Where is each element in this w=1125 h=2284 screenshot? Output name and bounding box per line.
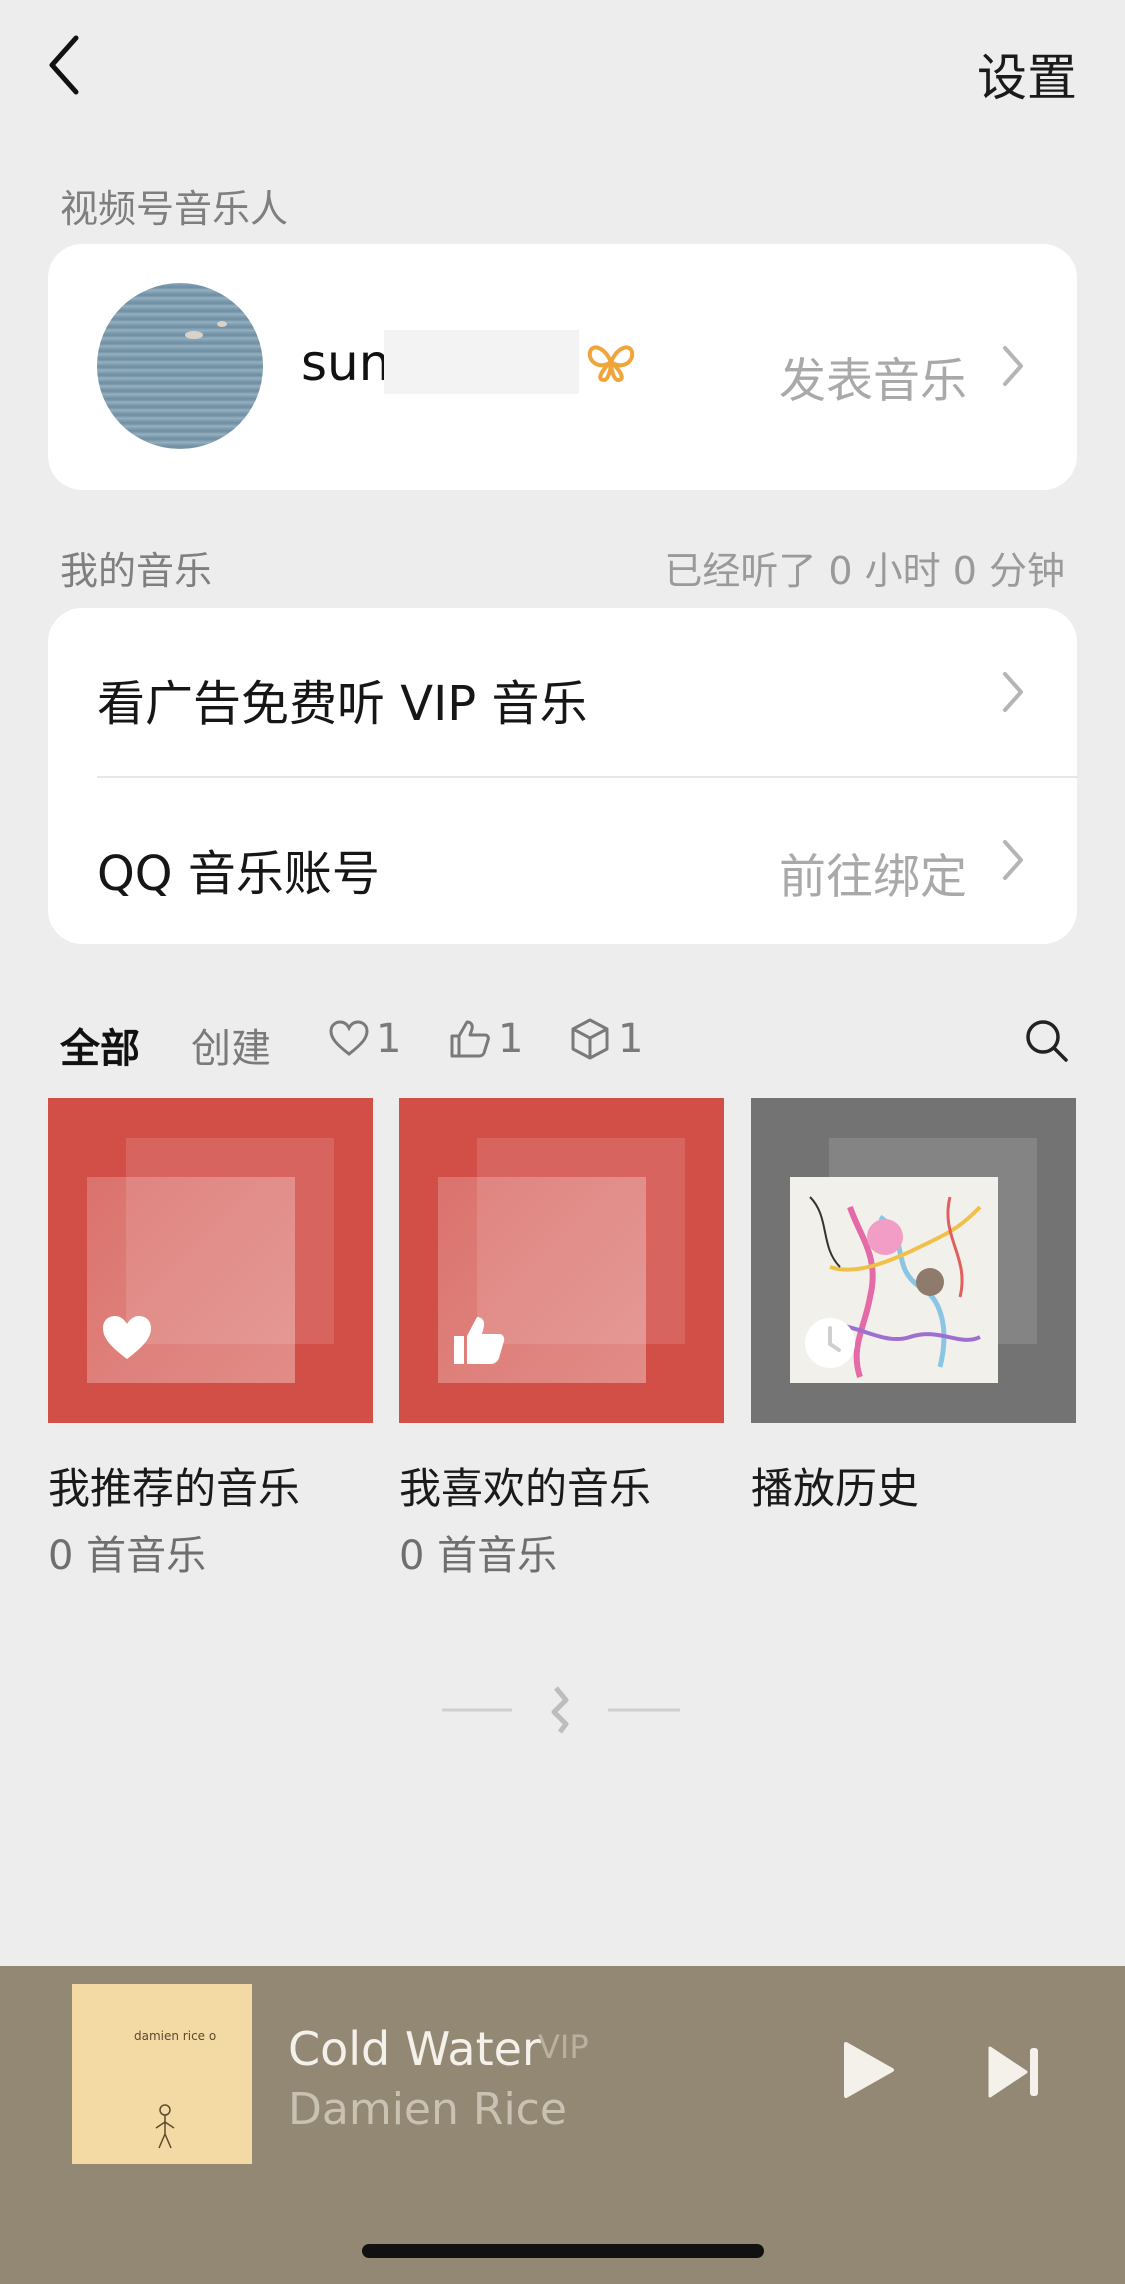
next-track-icon[interactable] — [986, 2044, 1042, 2100]
heart-icon — [329, 1020, 369, 1056]
heart-icon — [103, 1316, 151, 1359]
play-icon[interactable] — [838, 2040, 898, 2100]
artist-name: Damien Rice — [288, 2084, 567, 2135]
playlist-title[interactable]: 我推荐的音乐 — [48, 1455, 300, 1516]
nav-bar: 设置 — [0, 0, 1125, 130]
playlist-recommended-cover[interactable] — [48, 1098, 373, 1423]
vip-ad-row[interactable]: 看广告免费听 VIP 音乐 — [48, 608, 1077, 776]
cover-figure-icon — [155, 2104, 175, 2149]
publish-music-link[interactable]: 发表音乐 — [779, 342, 967, 411]
qq-music-row[interactable]: QQ 音乐账号 前往绑定 — [48, 778, 1077, 946]
musician-badge-icon — [587, 345, 635, 383]
tab-count: 1 — [618, 1016, 644, 1062]
tab-thumbs-up[interactable]: 1 — [448, 1016, 523, 1062]
tab-all[interactable]: 全部 — [60, 1016, 140, 1074]
row-title: 看广告免费听 VIP 音乐 — [97, 676, 588, 732]
avatar[interactable] — [97, 283, 263, 449]
playlist-liked-cover[interactable] — [399, 1098, 724, 1423]
row-title: QQ 音乐账号 — [97, 846, 380, 902]
back-chevron-icon[interactable] — [40, 30, 90, 100]
chevron-right-icon — [1003, 672, 1023, 712]
mini-player[interactable]: damien rice o Cold Water VIP Damien Rice — [0, 1966, 1125, 2284]
vip-badge: VIP — [538, 2028, 589, 2066]
bind-link: 前往绑定 — [779, 850, 967, 905]
playlist-count: 0 首音乐 — [399, 1533, 558, 1579]
cube-icon — [571, 1018, 609, 1060]
username-redaction — [384, 330, 579, 394]
tab-count: 1 — [376, 1016, 402, 1062]
bird-shape — [217, 321, 227, 327]
playlist-title[interactable]: 播放历史 — [751, 1455, 919, 1516]
chevron-right-icon — [1003, 840, 1023, 880]
listen-time: 已经听了 0 小时 0 分钟 — [664, 549, 1065, 593]
clock-icon — [805, 1318, 855, 1368]
tab-liked[interactable]: 1 — [328, 1016, 401, 1062]
musician-section-label: 视频号音乐人 — [60, 187, 289, 231]
username: sun — [301, 334, 391, 392]
my-music-section-label: 我的音乐 — [60, 549, 213, 593]
my-music-card: 看广告免费听 VIP 音乐 QQ 音乐账号 前往绑定 — [48, 608, 1077, 944]
album-cover[interactable]: damien rice o — [72, 1984, 252, 2164]
thumbs-up-icon — [454, 1317, 505, 1364]
cover-text: damien rice o — [134, 2029, 217, 2043]
settings-button[interactable]: 设置 — [977, 38, 1077, 110]
bird-shape — [185, 331, 203, 339]
search-icon[interactable] — [1022, 1016, 1070, 1064]
tab-count: 1 — [498, 1016, 524, 1062]
playlist-history-cover[interactable] — [751, 1098, 1076, 1423]
chevron-right-icon — [1003, 346, 1023, 386]
tab-cube[interactable]: 1 — [568, 1016, 643, 1062]
end-of-list-marker — [442, 1686, 680, 1734]
musician-profile-card[interactable]: sun 发表音乐 — [48, 244, 1077, 490]
playlist-count: 0 首音乐 — [48, 1533, 207, 1579]
playlist-title[interactable]: 我喜欢的音乐 — [399, 1455, 651, 1516]
tab-created[interactable]: 创建 — [191, 1016, 271, 1074]
filter-tabs: 全部 创建 1 1 1 — [60, 1008, 1070, 1074]
home-indicator[interactable] — [362, 2244, 764, 2258]
thumbs-up-icon — [450, 1020, 490, 1058]
song-title: Cold Water — [288, 2022, 541, 2076]
